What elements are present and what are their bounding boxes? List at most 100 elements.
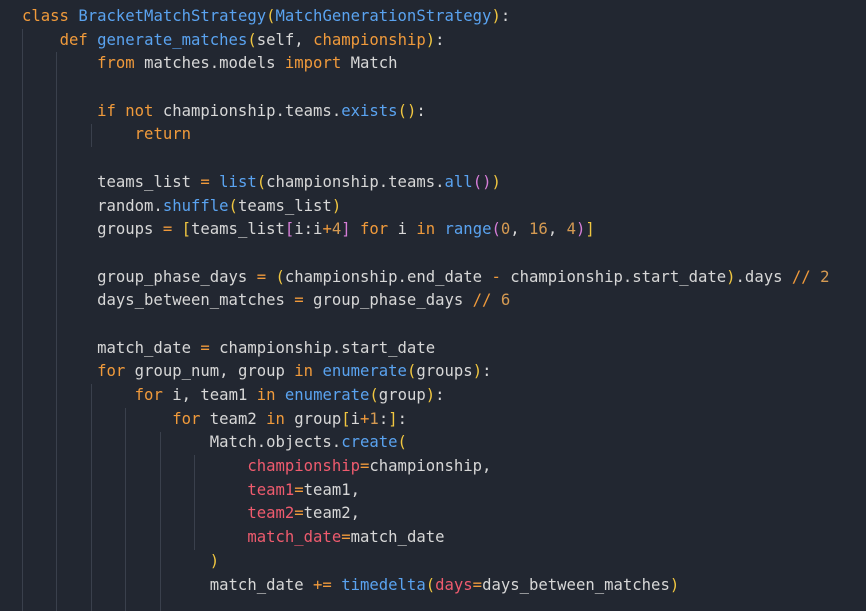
code-token: 6: [500, 291, 511, 310]
code-token: in: [416, 220, 445, 239]
code-line[interactable]: for i, team1 in enumerate(group):: [22, 384, 829, 408]
code-token: days_between_matches: [22, 291, 295, 310]
code-line[interactable]: match_date += timedelta(days=days_betwee…: [22, 574, 829, 598]
code-token: ]: [585, 220, 595, 239]
code-token: def: [59, 30, 98, 49]
code-line[interactable]: [22, 76, 829, 100]
code-line[interactable]: def generate_matches(self, championship)…: [22, 29, 829, 53]
code-line[interactable]: teams_list = list(championship.teams.all…: [22, 171, 829, 195]
code-token: generate_matches: [97, 30, 248, 49]
code-editor[interactable]: class BracketMatchStrategy(MatchGenerati…: [0, 0, 866, 611]
code-token: =: [294, 291, 314, 310]
code-line[interactable]: ): [22, 550, 829, 574]
code-token: 1: [369, 409, 379, 428]
code-token: championship.teams.: [162, 101, 342, 120]
code-token: (: [406, 362, 417, 381]
code-token: 16: [529, 220, 548, 239]
code-token: -: [491, 267, 511, 286]
code-token: team1: [247, 480, 295, 499]
code-token: team2,: [303, 504, 361, 523]
code-token: =: [360, 457, 370, 476]
code-line[interactable]: team2=team2,: [22, 502, 829, 526]
code-token: (): [397, 101, 417, 120]
code-token: group_phase_days: [313, 291, 473, 310]
code-token: ): [425, 30, 436, 49]
code-token: all: [444, 172, 473, 191]
code-token: =: [294, 504, 304, 523]
code-token: class: [22, 7, 79, 25]
code-token: =: [200, 338, 220, 357]
code-token: (: [256, 172, 267, 191]
code-token: ): [331, 196, 342, 215]
code-token: in: [294, 362, 323, 381]
code-line[interactable]: [22, 242, 829, 266]
code-line[interactable]: days_between_matches = group_phase_days …: [22, 289, 829, 313]
code-line[interactable]: match_date = championship.start_date: [22, 337, 829, 361]
code-token: championship.start_date: [219, 338, 436, 357]
code-token: groups: [416, 362, 473, 381]
code-token: matches.models: [144, 54, 285, 73]
code-line[interactable]: from matches.models import Match: [22, 52, 829, 76]
code-token: team2: [247, 504, 295, 523]
code-line[interactable]: if not championship.teams.exists():: [22, 100, 829, 124]
code-line[interactable]: random.shuffle(teams_list): [22, 195, 829, 219]
code-line[interactable]: return: [22, 123, 829, 147]
code-token: //: [791, 267, 821, 286]
code-line[interactable]: class BracketMatchStrategy(MatchGenerati…: [22, 5, 829, 29]
code-token: //: [472, 291, 501, 310]
code-token: BracketMatchStrategy: [78, 7, 267, 25]
code-token: match_date: [22, 575, 314, 594]
code-token: group: [378, 386, 426, 404]
code-token: 4: [566, 220, 576, 239]
code-token: 0: [500, 220, 511, 239]
code-token: :: [397, 409, 407, 428]
code-token: MatchGenerationStrategy: [275, 7, 492, 25]
code-token: :: [482, 362, 492, 381]
code-token: teams_list: [22, 172, 201, 191]
code-line[interactable]: groups = [teams_list[i:i+4] for i in ran…: [22, 218, 829, 242]
code-token: ): [576, 220, 586, 239]
code-token: create: [341, 433, 398, 452]
code-token: =: [200, 172, 220, 191]
code-token: 2: [820, 267, 830, 286]
code-line[interactable]: championship=championship,: [22, 455, 829, 479]
code-line[interactable]: group_phase_days = (championship.end_dat…: [22, 266, 829, 290]
code-token: =: [341, 528, 351, 547]
code-token: championship.end_date: [284, 267, 492, 286]
code-token: group_phase_days: [22, 267, 257, 286]
code-line[interactable]: team1=team1,: [22, 479, 829, 503]
code-token: (: [266, 7, 276, 25]
code-line[interactable]: for team2 in group[i+1:]:: [22, 408, 829, 432]
code-token: :: [500, 7, 511, 25]
code-area[interactable]: class BracketMatchStrategy(MatchGenerati…: [22, 5, 829, 597]
code-line[interactable]: for group_num, group in enumerate(groups…: [22, 360, 829, 384]
code-line[interactable]: [22, 313, 829, 337]
code-token: +=: [313, 575, 342, 594]
code-token: match_date: [22, 338, 201, 357]
code-token: championship: [247, 457, 360, 476]
code-line[interactable]: [22, 147, 829, 171]
code-token: teams_list: [237, 196, 332, 215]
code-token: i, team1: [172, 386, 257, 404]
code-token: ): [209, 551, 220, 570]
code-token: (: [275, 267, 285, 286]
code-line[interactable]: Match.objects.create(: [22, 431, 829, 455]
code-token: groups: [22, 220, 163, 239]
code-token: random.: [22, 196, 163, 215]
code-line[interactable]: match_date=match_date: [22, 526, 829, 550]
code-token: =: [162, 220, 182, 239]
code-token: ]: [341, 220, 351, 239]
code-token: if not: [97, 101, 163, 120]
code-token: ): [491, 7, 501, 25]
code-token: [: [341, 409, 351, 428]
code-token: championship.teams.: [266, 172, 445, 191]
code-token: =: [472, 575, 483, 594]
